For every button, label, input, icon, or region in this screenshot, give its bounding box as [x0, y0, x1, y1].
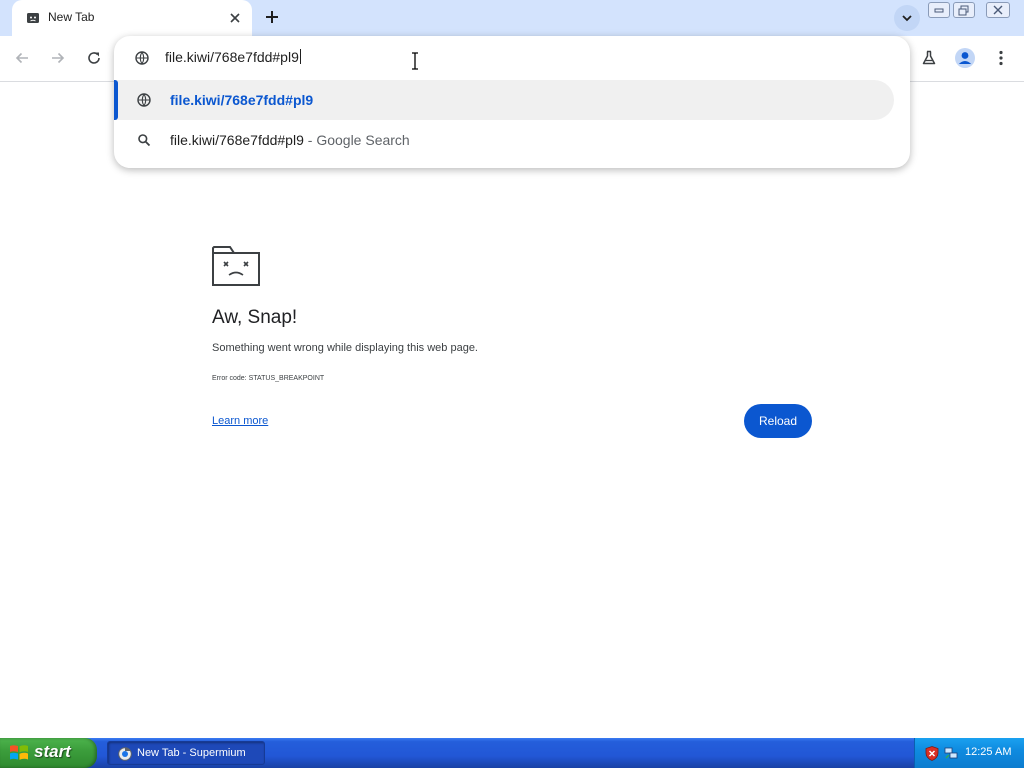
arrow-right-icon [52, 52, 65, 64]
profile-button[interactable] [954, 47, 976, 69]
sad-folder-icon [212, 246, 260, 286]
error-title: Aw, Snap! [212, 307, 298, 328]
chevron-down-icon [902, 15, 912, 22]
plus-icon [266, 11, 278, 23]
close-icon [993, 5, 1003, 15]
suggestion-suffix: - Google Search [303, 132, 410, 148]
system-tray: 12:25 AM [914, 738, 1024, 768]
text-caret [299, 49, 301, 64]
reload-page-button[interactable]: Reload [744, 404, 812, 438]
reload-icon [88, 52, 100, 64]
tab-search-button[interactable] [894, 5, 920, 31]
window-restore-button[interactable] [953, 2, 975, 18]
back-button[interactable] [11, 47, 33, 69]
suggestion-text: file.kiwi/768e7fdd#pl9 - Google Search [170, 132, 410, 148]
ibeam-cursor [412, 52, 418, 70]
arrow-left-icon [15, 52, 28, 64]
error-code: Error code: STATUS_BREAKPOINT [212, 375, 325, 382]
close-icon [230, 13, 240, 23]
flask-icon [922, 50, 936, 65]
address-input-value: file.kiwi/768e7fdd#pl9 [165, 49, 299, 65]
labs-button[interactable] [918, 47, 940, 69]
reload-button[interactable] [83, 47, 105, 69]
tab-close-button[interactable] [226, 9, 244, 27]
windows-logo-icon [10, 745, 28, 760]
tab-strip: New Tab [0, 0, 1024, 36]
window-minimize-button[interactable] [928, 2, 950, 18]
tab-title: New Tab [48, 10, 95, 24]
selection-indicator [114, 80, 118, 120]
minimize-icon [934, 8, 944, 13]
taskbar: start New Tab - Supermium 12:25 AM [0, 738, 1024, 768]
globe-icon [137, 93, 151, 107]
network-icon[interactable] [944, 746, 958, 760]
start-button[interactable]: start [0, 738, 97, 768]
error-message: Something went wrong while displaying th… [212, 342, 478, 354]
start-label: start [34, 742, 71, 761]
main-menu-button[interactable] [990, 47, 1012, 69]
new-tab-button[interactable] [262, 7, 282, 27]
window-close-button[interactable] [986, 2, 1010, 18]
sad-tab-icon [27, 13, 39, 23]
omnibox-suggestion-url[interactable]: file.kiwi/768e7fdd#pl9 [114, 80, 894, 120]
tab-new-tab[interactable]: New Tab [12, 0, 252, 36]
address-input[interactable]: file.kiwi/768e7fdd#pl9 [165, 49, 301, 65]
search-icon [138, 134, 151, 147]
taskbar-item-label: New Tab - Supermium [137, 747, 246, 759]
globe-icon [135, 51, 149, 65]
clock: 12:25 AM [965, 746, 1012, 758]
suggestion-query: file.kiwi/768e7fdd#pl9 [170, 132, 304, 148]
omnibox-suggestion-search[interactable]: file.kiwi/768e7fdd#pl9 - Google Search [114, 120, 894, 160]
kebab-menu-icon [999, 50, 1003, 66]
suggestion-text: file.kiwi/768e7fdd#pl9 [170, 92, 314, 108]
taskbar-item-browser[interactable]: New Tab - Supermium [107, 741, 265, 765]
address-bar[interactable]: file.kiwi/768e7fdd#pl9 [114, 36, 910, 80]
supermium-icon [118, 747, 132, 761]
security-shield-icon[interactable] [925, 746, 939, 761]
restore-icon [958, 5, 969, 15]
forward-button[interactable] [47, 47, 69, 69]
learn-more-link[interactable]: Learn more [212, 415, 268, 427]
person-icon [955, 48, 975, 68]
omnibox-popup: file.kiwi/768e7fdd#pl9 file.kiwi/768e7fd… [114, 36, 910, 168]
